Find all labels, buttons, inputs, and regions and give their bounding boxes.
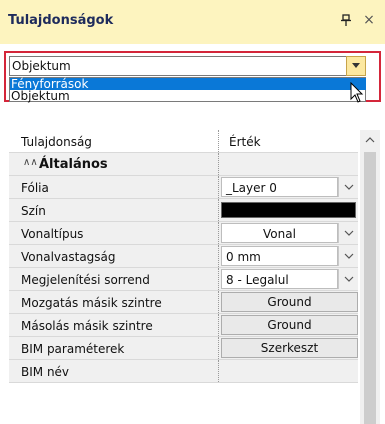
property-row-layer: Fólia _Layer 0: [9, 176, 358, 199]
property-row-bim-name: BIM név: [9, 360, 358, 383]
copy-to-floor-button[interactable]: Ground: [221, 315, 358, 335]
column-divider: [218, 130, 220, 152]
lineweight-value: 0 mm: [226, 250, 261, 264]
property-row-copy-to-floor: Másolás másik szintre Ground: [9, 314, 358, 337]
draworder-select[interactable]: 8 - Legalul: [221, 269, 338, 289]
object-selector-value: Objektum: [12, 59, 71, 73]
column-header-property: Tulajdonság: [21, 135, 92, 149]
bim-parameters-edit-button[interactable]: Szerkeszt: [221, 338, 358, 358]
chevron-down-icon[interactable]: [338, 269, 358, 289]
chevron-down-icon[interactable]: [338, 246, 358, 266]
column-divider: [218, 245, 220, 267]
column-divider: [218, 314, 220, 336]
properties-panel: Tulajdonságok × Objektum Fényforrások Ob…: [0, 0, 385, 424]
property-row-move-to-floor: Mozgatás másik szintre Ground: [9, 291, 358, 314]
column-divider: [218, 360, 220, 382]
panel-titlebar: Tulajdonságok ×: [0, 0, 385, 44]
property-name: Fólia: [21, 181, 49, 195]
property-name: BIM paraméterek: [21, 342, 125, 356]
layer-select[interactable]: _Layer 0: [221, 177, 338, 197]
mouse-cursor-icon: [350, 81, 364, 107]
property-row-lineweight: Vonalvastagság 0 mm: [9, 245, 358, 268]
property-name: Vonaltípus: [21, 227, 84, 241]
grid-header: Tulajdonság Érték: [9, 130, 358, 153]
chevron-down-icon[interactable]: [338, 223, 358, 243]
panel-title: Tulajdonságok: [8, 13, 114, 28]
property-name: BIM név: [21, 365, 70, 379]
property-row-draworder: Megjelenítési sorrend 8 - Legalul: [9, 268, 358, 291]
color-swatch[interactable]: [221, 202, 356, 218]
property-name: Megjelenítési sorrend: [21, 273, 150, 287]
column-divider: [218, 153, 220, 175]
scrollbar-thumb[interactable]: [364, 152, 376, 424]
layer-value: _Layer 0: [226, 181, 277, 195]
chevron-down-icon[interactable]: [338, 177, 358, 197]
move-to-floor-button[interactable]: Ground: [221, 292, 358, 312]
column-divider: [218, 222, 220, 244]
chevron-down-icon[interactable]: [346, 56, 366, 76]
section-label: Általános: [39, 157, 108, 172]
property-name: Szín: [21, 204, 46, 218]
column-divider: [218, 268, 220, 290]
column-divider: [218, 337, 220, 359]
linetype-select[interactable]: Vonal: [221, 223, 338, 243]
object-selector-dropdown: Fényforrások Objektum: [9, 77, 366, 102]
column-header-value: Érték: [229, 135, 261, 149]
dropdown-option-object[interactable]: Objektum: [10, 90, 366, 102]
vertical-scrollbar[interactable]: [360, 130, 380, 424]
draworder-value: 8 - Legalul: [226, 273, 289, 287]
section-general[interactable]: ∧∧ Általános: [9, 153, 358, 176]
linetype-value: Vonal: [263, 227, 296, 241]
pin-icon[interactable]: [339, 13, 353, 27]
object-selector-combo[interactable]: Objektum: [9, 56, 366, 76]
close-icon[interactable]: ×: [362, 12, 376, 28]
collapse-icon[interactable]: ∧∧: [23, 157, 38, 168]
property-row-color: Szín: [9, 199, 358, 222]
property-name: Mozgatás másik szintre: [21, 296, 162, 310]
column-divider: [218, 291, 220, 313]
property-row-bim-parameters: BIM paraméterek Szerkeszt: [9, 337, 358, 360]
property-grid: Tulajdonság Érték ∧∧ Általános Fólia _La…: [9, 130, 358, 424]
scroll-up-icon[interactable]: [360, 130, 380, 150]
property-name: Vonalvastagság: [21, 250, 116, 264]
property-row-linetype: Vonaltípus Vonal: [9, 222, 358, 245]
column-divider: [218, 176, 220, 198]
column-divider: [218, 199, 220, 221]
lineweight-select[interactable]: 0 mm: [221, 246, 338, 266]
property-name: Másolás másik szintre: [21, 319, 153, 333]
